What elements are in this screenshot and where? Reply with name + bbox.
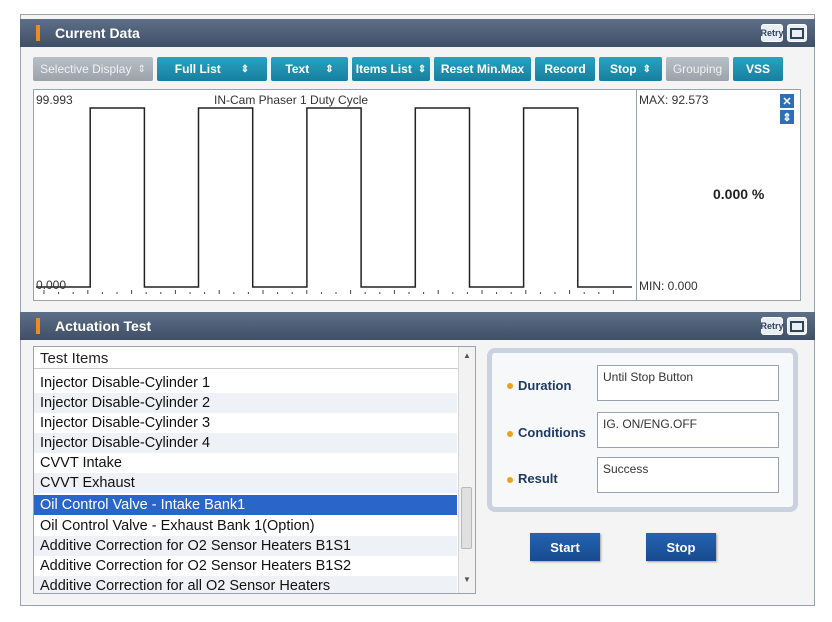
list-item-selected[interactable]: Oil Control Valve - Intake Bank1: [34, 495, 457, 515]
header-accent-bar: [36, 25, 40, 41]
duration-label: Duration: [518, 378, 572, 393]
list-item[interactable]: Additive Correction for O2 Sensor Heater…: [34, 556, 457, 576]
result-value: Success: [597, 457, 779, 493]
stop-data-button[interactable]: Stop ⇕: [599, 57, 662, 81]
start-button[interactable]: Start: [530, 533, 600, 561]
list-item[interactable]: CVVT Intake: [34, 453, 457, 473]
current-data-toolbar: Selective Display ⇕ Full List ⇕ Text ⇕ Item…: [33, 57, 783, 81]
max-readout: MAX: 92.573: [639, 93, 709, 107]
list-item[interactable]: Injector Disable-Cylinder 3: [34, 413, 457, 433]
current-value: 0.000 %: [713, 186, 765, 202]
scroll-down-icon[interactable]: ▼: [463, 575, 471, 584]
list-scrollbar[interactable]: ▲ ▼: [458, 347, 475, 593]
full-list-button[interactable]: Full List ⇕: [157, 57, 267, 81]
list-item[interactable]: Additive Correction for O2 Sensor Heater…: [34, 536, 457, 556]
scroll-thumb[interactable]: [461, 487, 472, 549]
items-list-button[interactable]: Items List ⇕: [352, 57, 430, 81]
graph-title: IN-Cam Phaser 1 Duty Cycle: [214, 93, 369, 107]
retry-icon[interactable]: Retry: [761, 317, 784, 335]
retry-icon[interactable]: Retry: [761, 24, 784, 42]
conditions-label: Conditions: [518, 425, 586, 440]
graph-area: 99.993 IN-Cam Phaser 1 Duty Cycle 0.000: [33, 89, 637, 301]
test-items-list: Test Items Injector Disable-Cylinder 1 I…: [33, 346, 476, 594]
selective-display-button[interactable]: Selective Display ⇕: [33, 57, 153, 81]
header-accent-bar: [36, 318, 40, 334]
current-data-title: Current Data: [55, 25, 140, 41]
duration-value: Until Stop Button: [597, 365, 779, 401]
maximize-icon[interactable]: [787, 317, 807, 335]
result-label: Result: [518, 471, 558, 486]
list-item[interactable]: CVVT Exhaust: [34, 473, 457, 493]
list-item[interactable]: Oil Control Valve - Exhaust Bank 1(Optio…: [34, 516, 457, 536]
list-item[interactable]: Additive Correction for all O2 Sensor He…: [34, 576, 457, 593]
updown-icon[interactable]: ⇕: [780, 110, 794, 124]
waveform-line: [36, 107, 632, 288]
bullet-icon: [507, 383, 513, 389]
actuation-test-header: Actuation Test Retry: [20, 312, 815, 340]
record-button[interactable]: Record: [535, 57, 595, 81]
actuation-test-title: Actuation Test: [55, 318, 152, 334]
reset-min-max-button[interactable]: Reset Min.Max: [434, 57, 531, 81]
duty-cycle-graph: [36, 107, 632, 294]
graph-readout: MAX: 92.573 ✕ ⇕ 0.000 % MIN: 0.000: [637, 89, 801, 301]
graph-y-min: 0.000: [36, 278, 67, 292]
close-icon[interactable]: ✕: [780, 94, 794, 108]
conditions-value: IG. ON/ENG.OFF: [597, 412, 779, 448]
current-data-header: Current Data Retry: [20, 19, 815, 47]
list-header: Test Items: [34, 347, 459, 369]
scroll-up-icon[interactable]: ▲: [463, 351, 471, 360]
vss-button[interactable]: VSS: [733, 57, 783, 81]
text-button[interactable]: Text ⇕: [271, 57, 348, 81]
test-info-panel: Duration Until Stop Button Conditions IG…: [487, 348, 798, 512]
stop-button[interactable]: Stop: [646, 533, 716, 561]
bullet-icon: [507, 431, 513, 437]
min-readout: MIN: 0.000: [639, 279, 698, 293]
bullet-icon: [507, 477, 513, 483]
grouping-button[interactable]: Grouping: [666, 57, 729, 81]
maximize-icon[interactable]: [787, 24, 807, 42]
list-item[interactable]: Injector Disable-Cylinder 1: [34, 373, 457, 393]
graph-y-max: 99.993: [36, 93, 73, 107]
list-item[interactable]: Injector Disable-Cylinder 4: [34, 433, 457, 453]
list-item[interactable]: Injector Disable-Cylinder 2: [34, 393, 457, 413]
